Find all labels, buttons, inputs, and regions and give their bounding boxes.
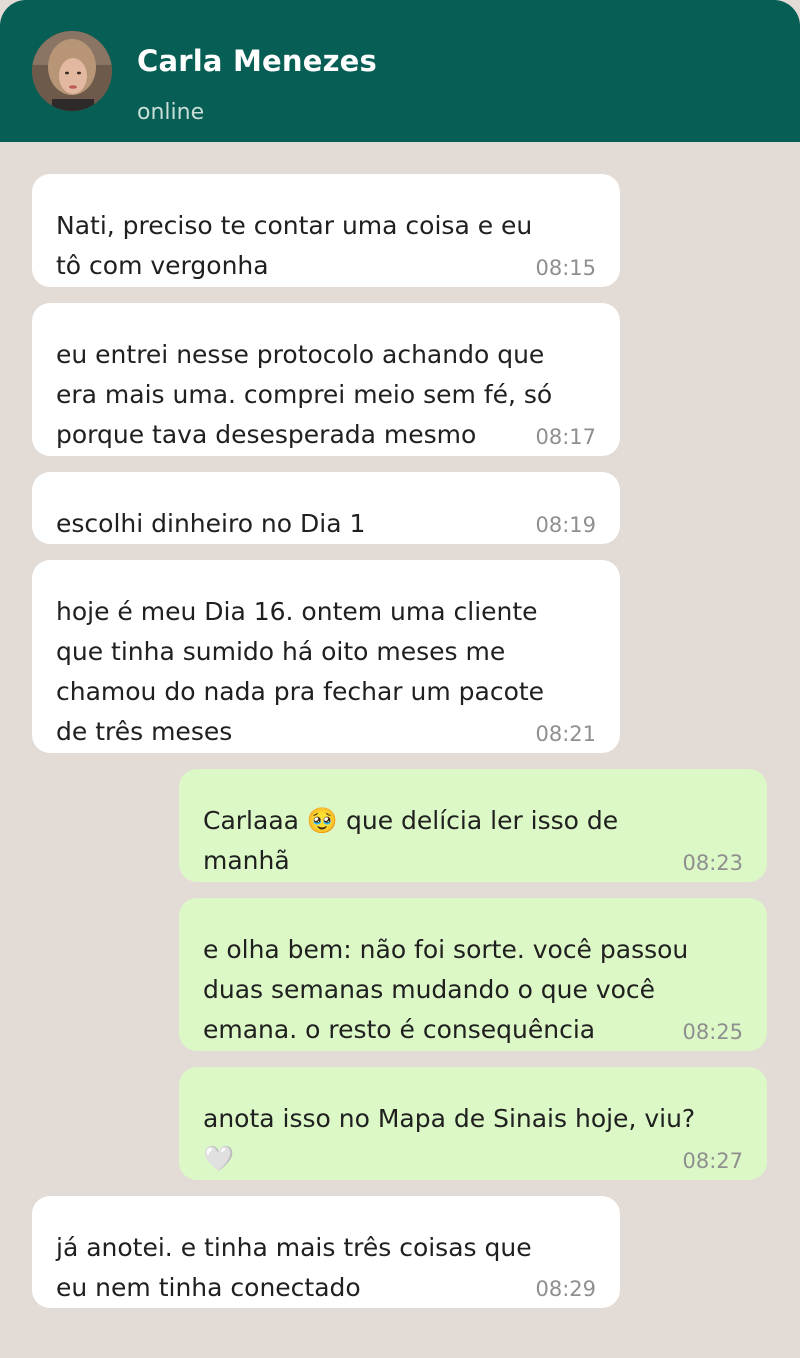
avatar-portrait-icon [32, 31, 112, 111]
message-time: 08:17 [535, 425, 596, 449]
incoming-message[interactable]: Nati, preciso te contar uma coisa e eu t… [32, 174, 620, 287]
incoming-message[interactable]: já anotei. e tinha mais três coisas que … [32, 1196, 620, 1308]
contact-name[interactable]: Carla Menezes [137, 44, 377, 78]
message-time: 08:23 [682, 851, 743, 875]
message-text: já anotei. e tinha mais três coisas que … [56, 1233, 532, 1302]
message-time: 08:29 [535, 1277, 596, 1301]
message-text: anota isso no Mapa de Sinais hoje, viu? … [203, 1104, 696, 1173]
outgoing-message[interactable]: Carlaaa 🥹 que delícia ler isso de manhã … [179, 769, 767, 882]
incoming-message[interactable]: hoje é meu Dia 16. ontem uma cliente que… [32, 560, 620, 753]
message-time: 08:15 [535, 256, 596, 280]
chat-screen: Carla Menezes online Nati, preciso te co… [0, 0, 800, 1358]
message-text: Carlaaa 🥹 que delícia ler isso de manhã [203, 806, 619, 875]
message-time: 08:27 [682, 1149, 743, 1173]
outgoing-message[interactable]: anota isso no Mapa de Sinais hoje, viu? … [179, 1067, 767, 1180]
message-text: escolhi dinheiro no Dia 1 [56, 509, 366, 538]
message-time: 08:21 [535, 722, 596, 746]
message-text: Nati, preciso te contar uma coisa e eu t… [56, 211, 533, 280]
message-time: 08:19 [535, 513, 596, 537]
incoming-message[interactable]: escolhi dinheiro no Dia 1 08:19 [32, 472, 620, 544]
message-text: hoje é meu Dia 16. ontem uma cliente que… [56, 597, 545, 746]
message-text: e olha bem: não foi sorte. você passou d… [203, 935, 689, 1044]
incoming-message[interactable]: eu entrei nesse protocolo achando que er… [32, 303, 620, 456]
message-time: 08:25 [682, 1020, 743, 1044]
contact-status: online [137, 100, 205, 125]
contact-avatar[interactable] [32, 31, 112, 111]
outgoing-message[interactable]: e olha bem: não foi sorte. você passou d… [179, 898, 767, 1051]
chat-header: Carla Menezes online [0, 0, 800, 142]
message-text: eu entrei nesse protocolo achando que er… [56, 340, 553, 449]
